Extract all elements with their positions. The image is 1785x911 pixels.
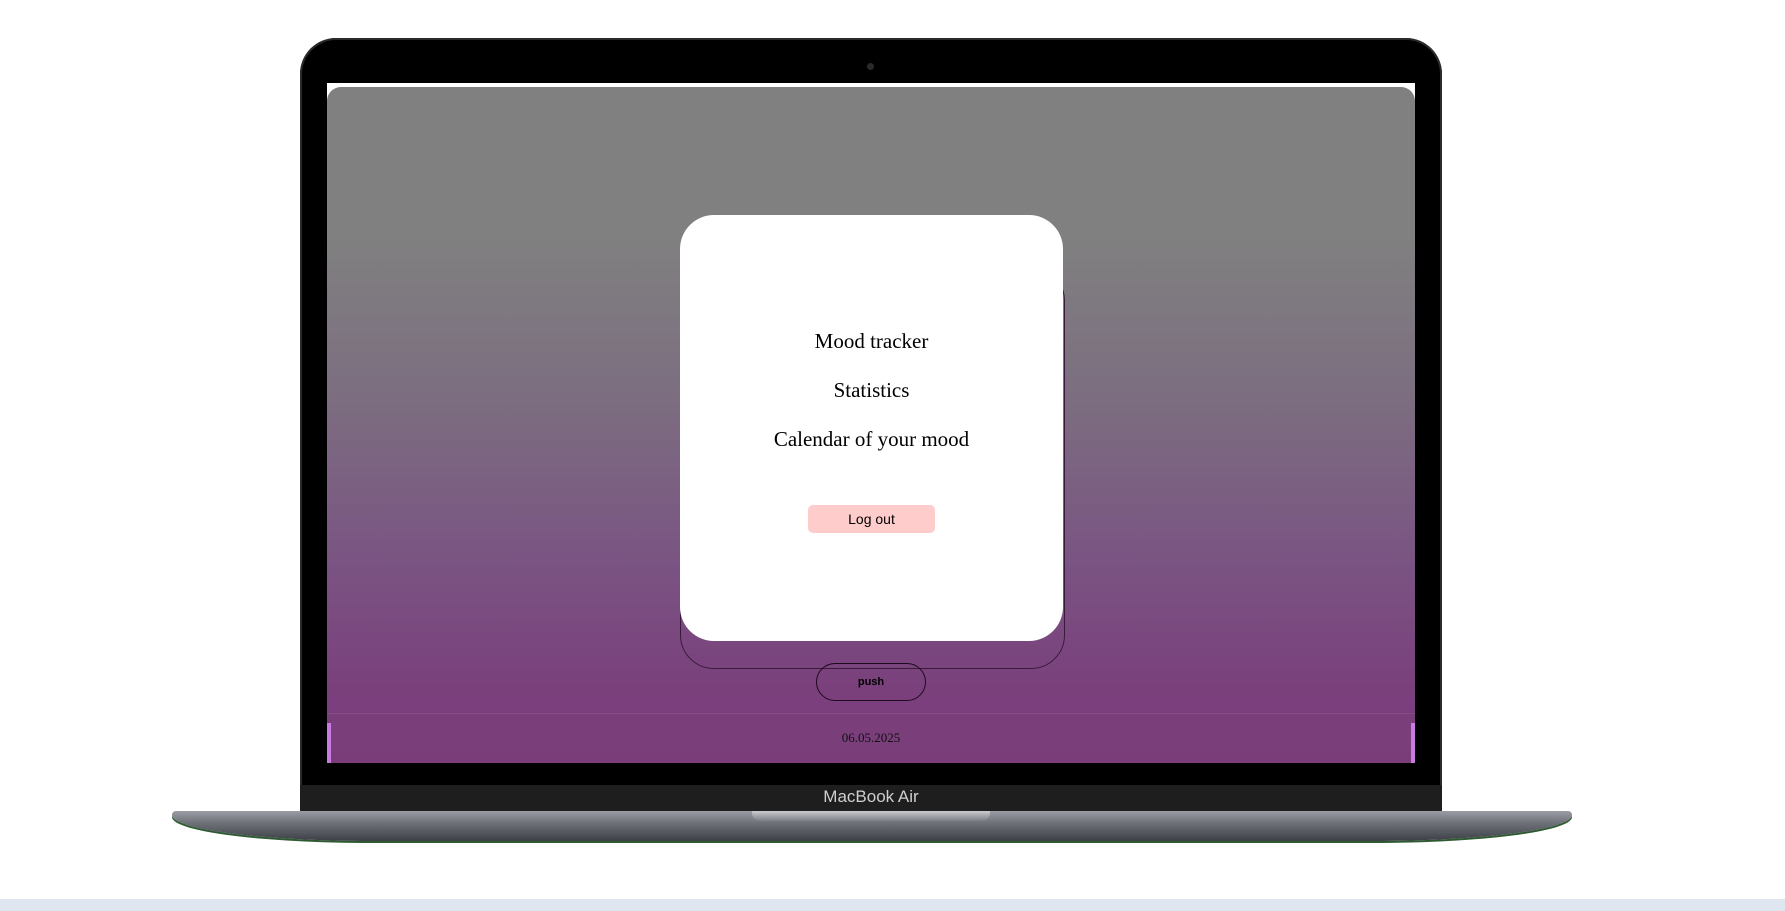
- screen-edge-left: [327, 723, 331, 763]
- push-button[interactable]: push: [816, 663, 926, 701]
- logout-button[interactable]: Log out: [808, 505, 935, 533]
- footer-date: 06.05.2025: [841, 730, 901, 745]
- menu-item-mood-tracker[interactable]: Mood tracker: [680, 329, 1063, 354]
- menu-card: Mood tracker Statistics Calendar of your…: [680, 215, 1063, 641]
- stage: Mood tracker Statistics Calendar of your…: [0, 0, 1785, 911]
- taskbar: [0, 899, 1785, 911]
- laptop-hinge-notch: [752, 811, 990, 821]
- camera-icon: [867, 63, 874, 70]
- app-screen: Mood tracker Statistics Calendar of your…: [327, 87, 1415, 763]
- device-label: MacBook Air: [823, 787, 919, 806]
- menu-item-calendar[interactable]: Calendar of your mood: [680, 427, 1063, 452]
- screen-edge-right: [1411, 723, 1415, 763]
- menu-item-statistics[interactable]: Statistics: [680, 378, 1063, 403]
- footer-divider: [327, 713, 1415, 714]
